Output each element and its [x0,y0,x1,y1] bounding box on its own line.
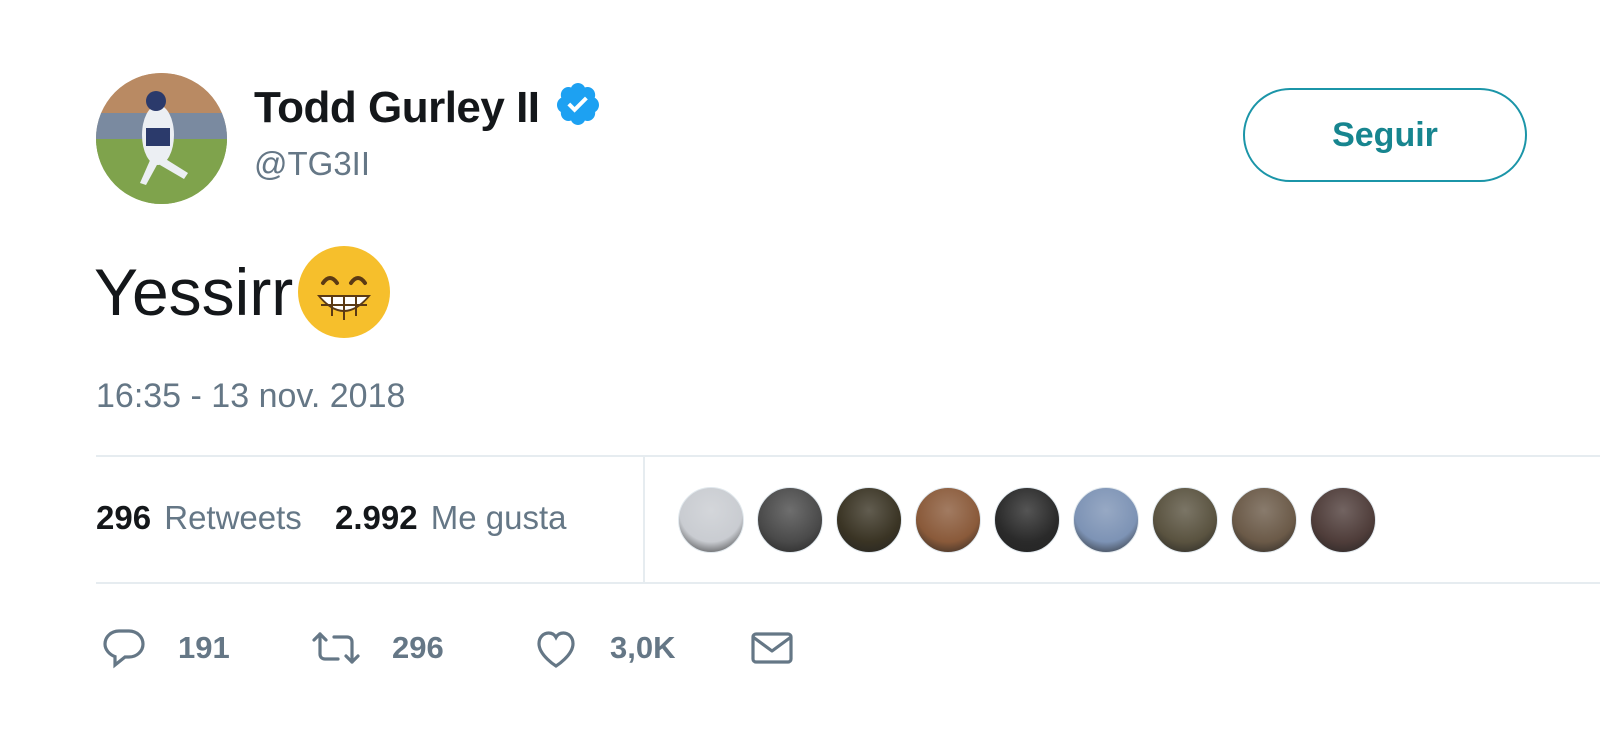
verified-badge-icon [554,80,602,133]
reply-icon [100,624,148,672]
tweet-card: Todd Gurley II @TG3II Seguir Yessirr 16:… [0,0,1600,737]
tweet-stats: 296 Retweets 2.992 Me gusta [96,496,590,540]
follow-button[interactable]: Seguir [1243,88,1527,182]
liker-avatar[interactable] [678,487,744,553]
heart-icon [532,624,580,672]
grinning-face-emoji-icon [297,245,391,339]
envelope-icon [748,624,796,672]
retweets-stat-label: Retweets [164,499,302,536]
direct-message-action[interactable] [748,624,796,672]
liker-avatar[interactable] [836,487,902,553]
likes-stat[interactable]: 2.992 Me gusta [335,496,567,540]
like-count: 3,0K [610,630,676,665]
tweet-text-content: Yessirr [94,255,294,329]
likes-stat-count: 2.992 [334,499,418,536]
reply-count: 191 [178,630,230,665]
liker-avatar[interactable] [1073,487,1139,553]
liker-avatars [678,487,1389,553]
liker-avatar[interactable] [757,487,823,553]
tweet-timestamp[interactable]: 16:35 - 13 nov. 2018 [96,374,405,418]
retweet-icon [310,624,362,672]
liker-avatar[interactable] [1310,487,1376,553]
liker-avatar[interactable] [915,487,981,553]
stats-divider-bottom [96,582,1600,584]
tweet-text: Yessirr [94,244,391,340]
liker-avatar[interactable] [1231,487,1297,553]
stats-vertical-divider [643,457,645,582]
retweets-stat-count: 296 [96,499,152,536]
retweet-count: 296 [392,630,444,665]
author-avatar[interactable] [96,73,227,204]
author-info: Todd Gurley II @TG3II [254,82,602,184]
avatar-photo [96,73,227,204]
retweet-action[interactable]: 296 [310,624,532,672]
author-handle[interactable]: @TG3II [254,144,602,184]
retweets-stat[interactable]: 296 Retweets [96,496,302,540]
likes-stat-label: Me gusta [430,499,567,536]
reply-action[interactable]: 191 [100,624,310,672]
like-action[interactable]: 3,0K [532,624,748,672]
stats-divider-top [96,455,1600,457]
author-display-name[interactable]: Todd Gurley II [254,82,540,134]
tweet-actions: 191 296 3,0K [100,620,796,676]
liker-avatar[interactable] [994,487,1060,553]
liker-avatar[interactable] [1152,487,1218,553]
